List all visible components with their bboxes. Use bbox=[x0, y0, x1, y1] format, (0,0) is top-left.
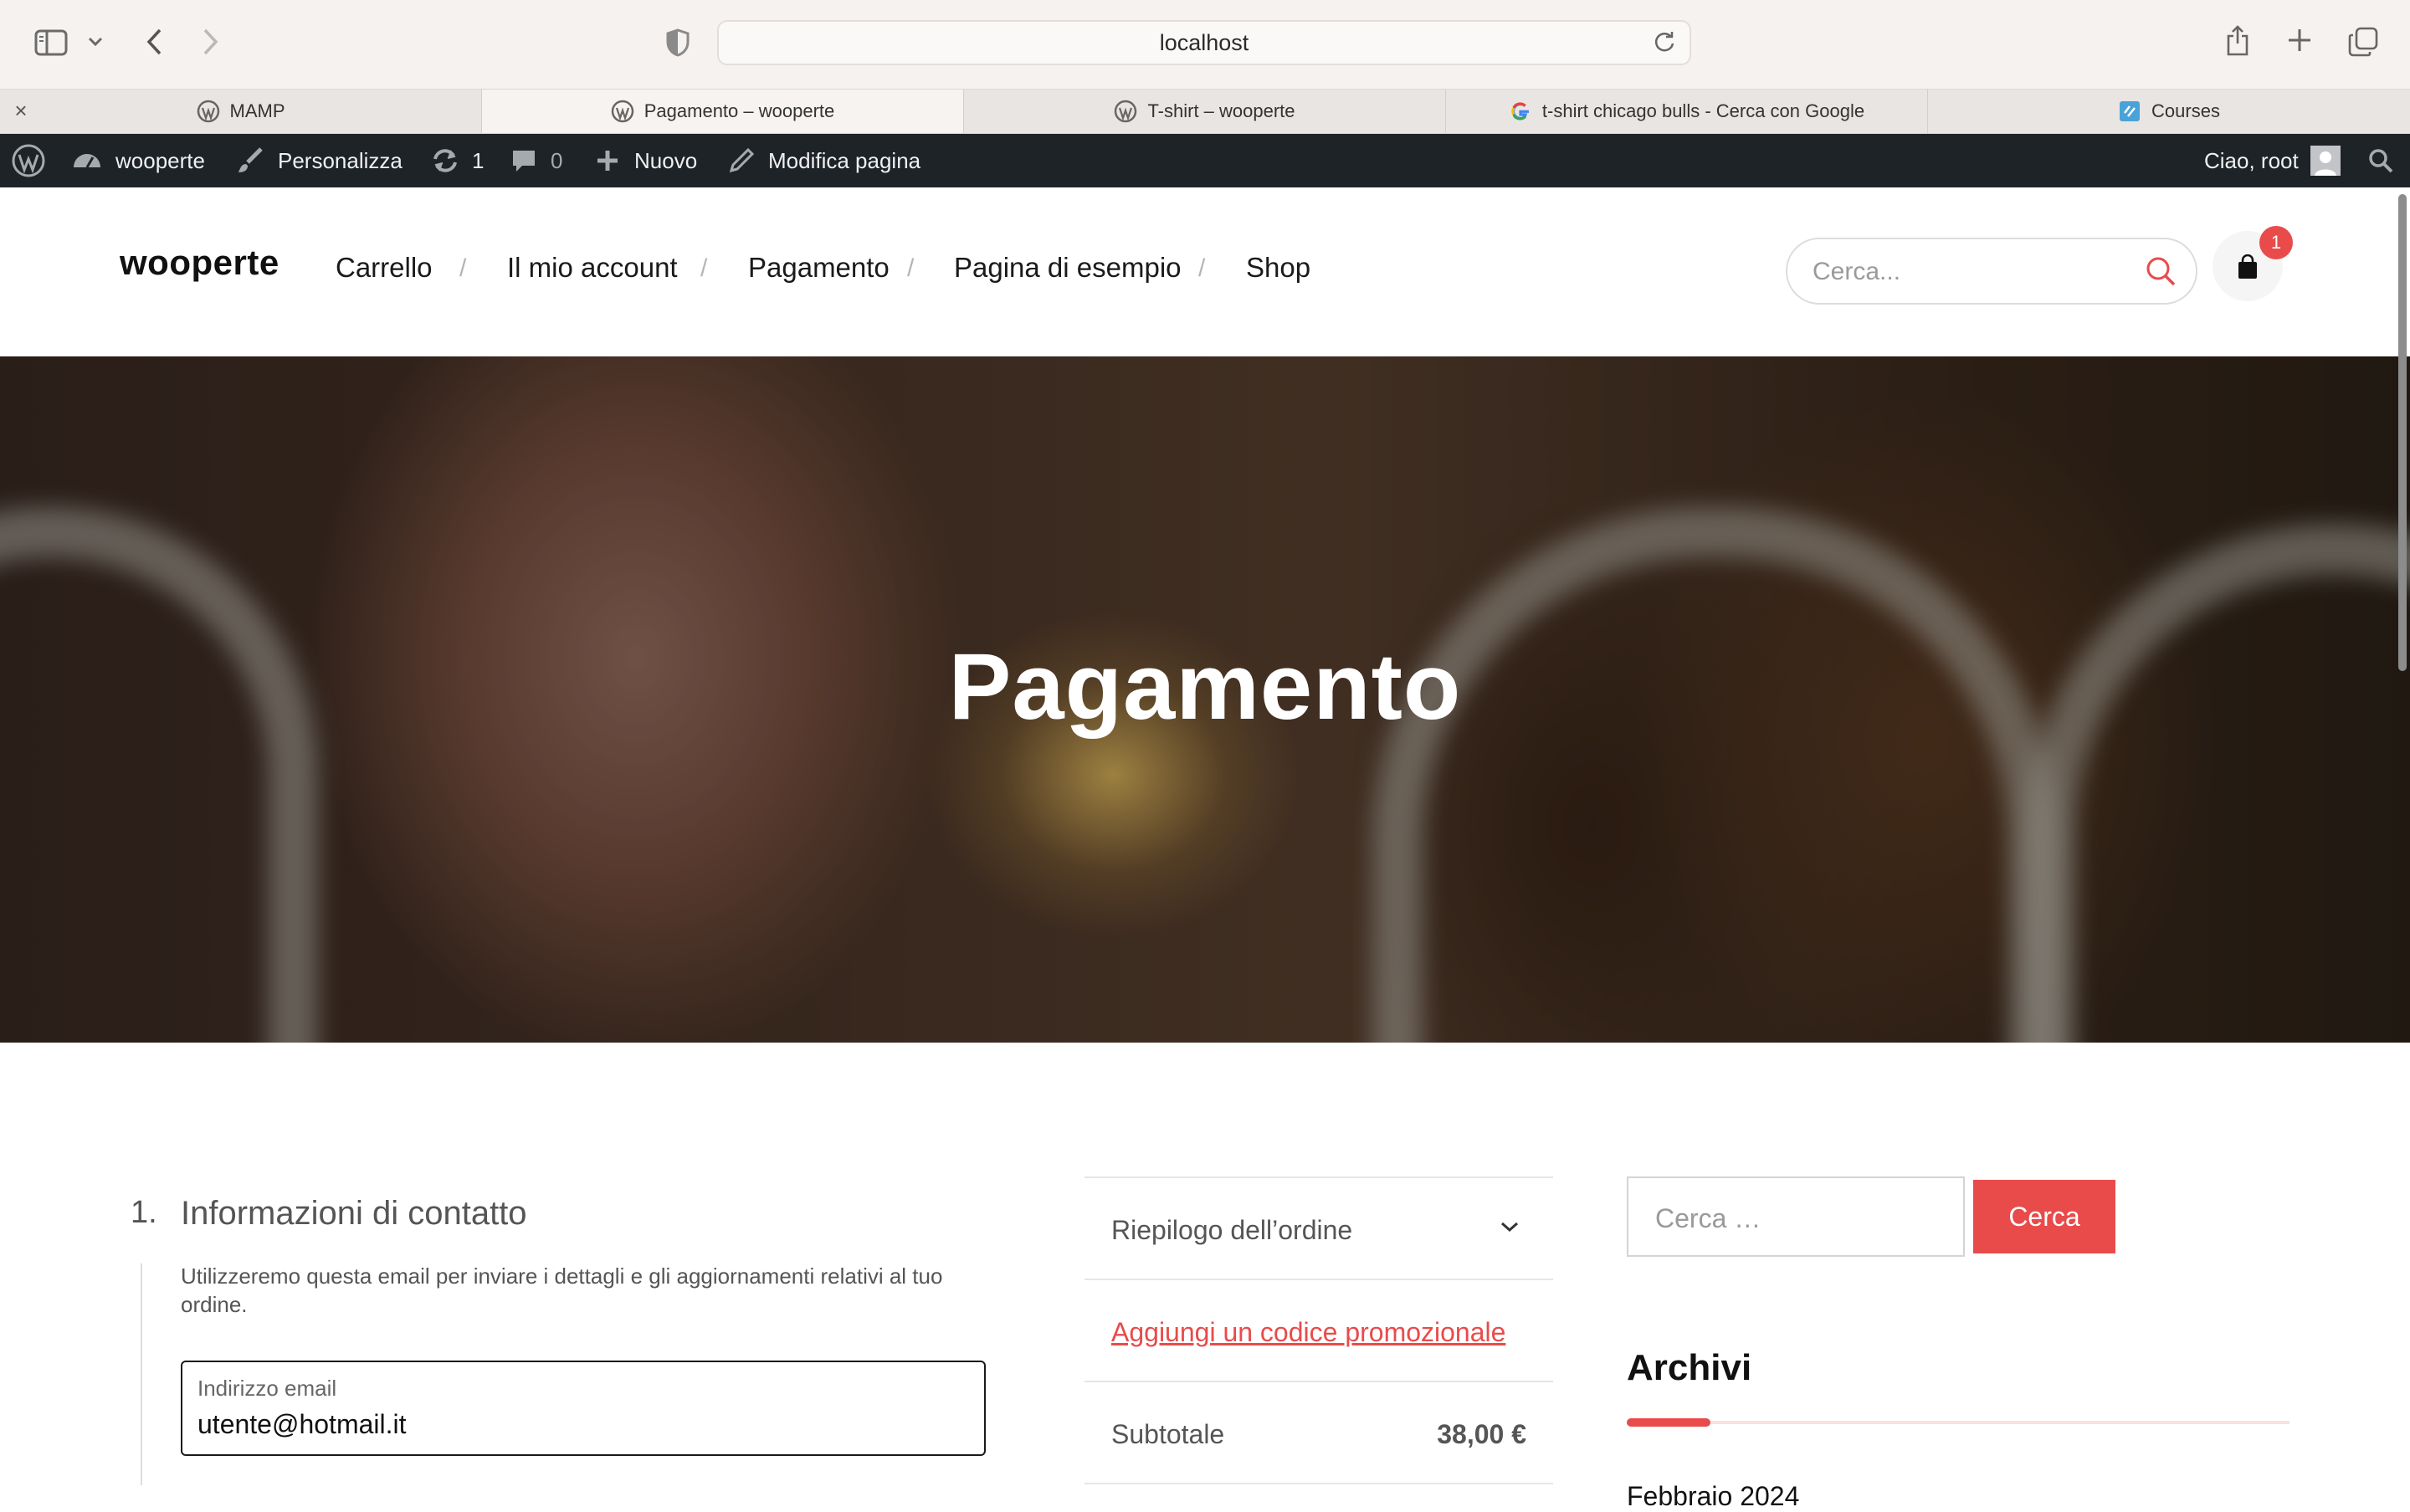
browser-toolbar: localhost bbox=[0, 0, 2410, 89]
wordpress-favicon-icon bbox=[1115, 100, 1137, 123]
chevron-down-icon bbox=[1501, 1222, 1518, 1233]
back-icon[interactable] bbox=[137, 23, 171, 60]
comment-icon bbox=[513, 151, 535, 172]
nav-separator: / bbox=[1198, 254, 1206, 282]
comments-count: 0 bbox=[551, 147, 563, 173]
brush-icon bbox=[238, 147, 263, 172]
nav-item-pagamento[interactable]: Pagamento bbox=[748, 252, 890, 284]
wordpress-favicon-icon bbox=[611, 100, 633, 123]
email-label: Indirizzo email bbox=[197, 1376, 337, 1401]
tab-bar: × MAMP Pagamento – wooperte T-shirt – wo… bbox=[0, 89, 2410, 134]
site-header: wooperte Carrello / Il mio account / Pag… bbox=[0, 187, 2410, 356]
adminbar-site-name: wooperte bbox=[115, 147, 205, 173]
email-field[interactable]: Indirizzo email bbox=[181, 1361, 986, 1456]
forward-icon[interactable] bbox=[194, 23, 228, 60]
archives-divider bbox=[1627, 1421, 2290, 1424]
order-summary-toggle[interactable]: Riepilogo dell’ordine bbox=[1084, 1176, 1553, 1279]
address-bar[interactable]: localhost bbox=[717, 20, 1691, 65]
archives-title: Archivi bbox=[1627, 1347, 1752, 1388]
tab-google[interactable]: t-shirt chicago bulls - Cerca con Google bbox=[1446, 90, 1928, 133]
google-favicon-icon bbox=[1511, 102, 1529, 120]
tab-courses[interactable]: Courses bbox=[1928, 90, 2410, 133]
adminbar-comments[interactable]: 0 bbox=[510, 134, 562, 187]
promo-row: Aggiungi un codice promozionale bbox=[1084, 1279, 1553, 1381]
pencil-icon bbox=[729, 147, 755, 173]
wp-admin-bar: wooperte Personalizza 1 0 Nuovo Modifica… bbox=[0, 134, 2410, 187]
adminbar-customize[interactable]: Personalizza bbox=[236, 134, 403, 187]
tab-label: Courses bbox=[2151, 100, 2220, 121]
share-icon[interactable] bbox=[2221, 22, 2254, 59]
scrollbar-thumb[interactable] bbox=[2398, 194, 2407, 671]
sidebar-search-button[interactable]: Cerca bbox=[1973, 1180, 2115, 1253]
cart-count-badge: 1 bbox=[2259, 226, 2293, 259]
nav-item-shop[interactable]: Shop bbox=[1246, 252, 1310, 284]
shopping-bag-icon bbox=[2238, 254, 2257, 279]
tab-label: Pagamento – wooperte bbox=[644, 100, 835, 121]
subtotal-label: Subtotale bbox=[1111, 1419, 1225, 1449]
updates-count: 1 bbox=[472, 147, 485, 173]
tab-tshirt[interactable]: T-shirt – wooperte bbox=[964, 90, 1446, 133]
chevron-down-icon[interactable] bbox=[84, 30, 107, 54]
archive-link[interactable]: Febbraio 2024 bbox=[1627, 1481, 1799, 1512]
adminbar-customize-label: Personalizza bbox=[278, 147, 403, 173]
step-number: 1. bbox=[131, 1195, 157, 1230]
header-search-input[interactable] bbox=[1811, 251, 2132, 293]
subtotal-row: Subtotale 38,00 € bbox=[1084, 1381, 1553, 1483]
courses-favicon-icon bbox=[2120, 101, 2141, 121]
adminbar-account[interactable]: Ciao, root bbox=[2204, 134, 2341, 187]
adminbar-edit-label: Modifica pagina bbox=[768, 147, 921, 173]
nav-separator: / bbox=[907, 254, 915, 282]
archives-accent-bar bbox=[1627, 1418, 1710, 1427]
new-tab-icon[interactable] bbox=[2284, 25, 2315, 55]
adminbar-updates[interactable]: 1 bbox=[430, 134, 484, 187]
nav-item-il-mio-account[interactable]: Il mio account bbox=[507, 252, 678, 284]
adminbar-search-icon[interactable] bbox=[2368, 134, 2393, 187]
plus-icon bbox=[597, 151, 618, 171]
sidebar-toggle-icon[interactable] bbox=[33, 25, 69, 60]
summary-divider bbox=[1084, 1483, 1553, 1506]
order-summary-title: Riepilogo dell’ordine bbox=[1111, 1215, 1353, 1245]
sidebar-search bbox=[1627, 1176, 1965, 1257]
nav-item-pagina-di-esempio[interactable]: Pagina di esempio bbox=[954, 252, 1182, 284]
hero-banner: Pagamento bbox=[0, 356, 2410, 1043]
wordpress-favicon-icon bbox=[197, 100, 219, 123]
tab-label: t-shirt chicago bulls - Cerca con Google bbox=[1541, 100, 1865, 121]
adminbar-greeting: Ciao, root bbox=[2204, 147, 2299, 173]
adminbar-new[interactable]: Nuovo bbox=[596, 134, 697, 187]
tab-label: MAMP bbox=[229, 100, 285, 121]
wordpress-logo-icon[interactable] bbox=[12, 134, 45, 187]
adminbar-site[interactable]: wooperte bbox=[72, 134, 205, 187]
nav-separator: / bbox=[459, 254, 467, 282]
step-divider bbox=[141, 1263, 142, 1485]
tab-label: T-shirt – wooperte bbox=[1147, 100, 1295, 121]
header-search bbox=[1786, 238, 2197, 305]
adminbar-new-label: Nuovo bbox=[634, 147, 698, 173]
updates-icon bbox=[433, 149, 457, 172]
adminbar-edit-page[interactable]: Modifica pagina bbox=[728, 134, 920, 187]
contact-section-title: Informazioni di contatto bbox=[181, 1195, 527, 1232]
url-text[interactable]: localhost bbox=[719, 22, 1690, 64]
contact-description: Utilizzeremo questa email per inviare i … bbox=[181, 1263, 943, 1317]
avatar bbox=[2310, 146, 2341, 176]
subtotal-value: 38,00 € bbox=[1437, 1419, 1526, 1449]
page-title: Pagamento bbox=[948, 634, 1462, 739]
dashboard-icon bbox=[74, 154, 100, 168]
sidebar-search-input[interactable] bbox=[1654, 1197, 1941, 1240]
add-promo-code-link[interactable]: Aggiungi un codice promozionale bbox=[1111, 1317, 1505, 1348]
nav-item-carrello[interactable]: Carrello bbox=[336, 252, 433, 284]
email-input[interactable] bbox=[197, 1406, 951, 1443]
search-icon[interactable] bbox=[2144, 254, 2177, 288]
tab-overview-icon[interactable] bbox=[2346, 25, 2380, 59]
tab-mamp[interactable]: MAMP bbox=[0, 90, 482, 133]
tab-pagamento[interactable]: Pagamento – wooperte bbox=[482, 90, 964, 133]
site-logo[interactable]: wooperte bbox=[120, 243, 279, 283]
reload-icon[interactable] bbox=[1653, 30, 1678, 55]
nav-separator: / bbox=[700, 254, 708, 282]
shield-icon[interactable] bbox=[663, 27, 693, 59]
